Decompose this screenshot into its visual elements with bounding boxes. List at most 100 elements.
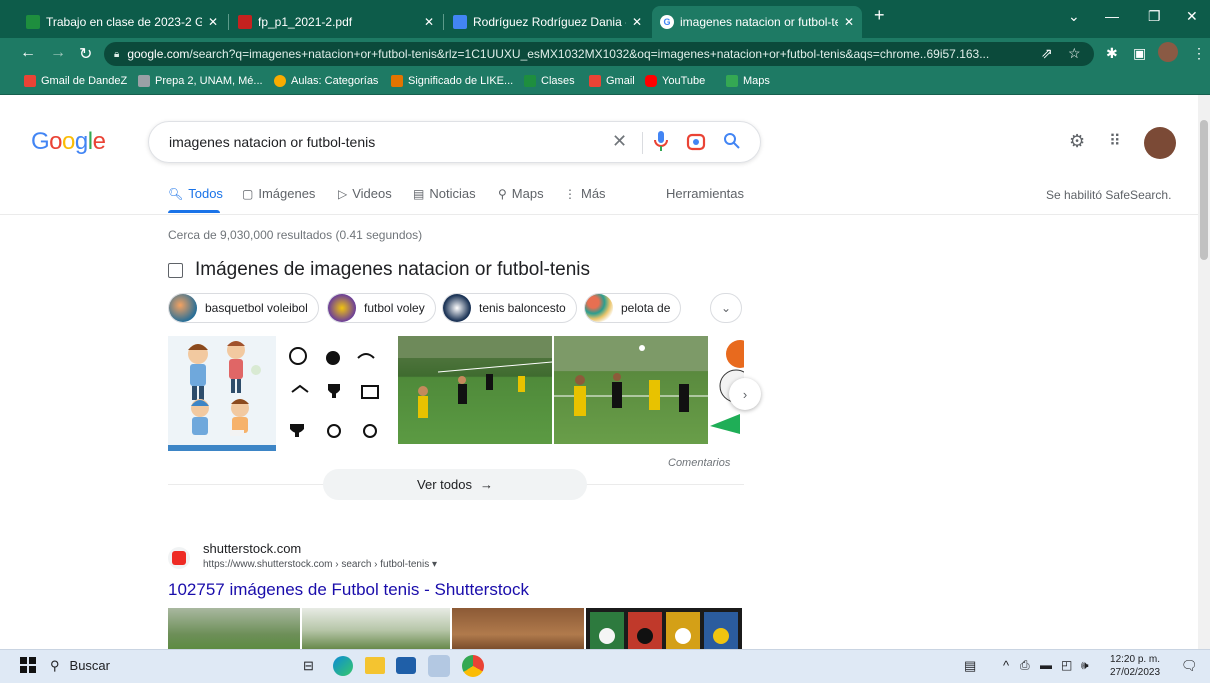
settings-gear-icon[interactable]: ⚙ (1069, 131, 1085, 152)
lens-icon[interactable] (686, 132, 706, 157)
network-icon[interactable]: ◰ (1061, 658, 1072, 672)
tab-divider (443, 14, 444, 30)
bookmark-youtube[interactable]: YouTube (645, 75, 705, 87)
video-icon: ▷ (338, 186, 348, 201)
tab-imagenes[interactable]: ▢ Imágenes (242, 186, 315, 201)
bookmark-maps[interactable]: Maps (726, 75, 770, 87)
more-vert-icon: ⋮ (564, 186, 576, 201)
chip-pelota-de[interactable]: pelota de (584, 293, 682, 323)
back-icon[interactable]: ← (20, 44, 36, 62)
chevron-right-icon: › (742, 386, 748, 402)
search-icon: ⚲ (50, 658, 60, 673)
image-thumbnail-sport-icons[interactable] (278, 336, 396, 451)
search-divider (642, 132, 643, 154)
tab-docs[interactable]: Rodríguez Rodríguez Dania - Prá ✕ (445, 6, 650, 38)
mail-icon[interactable] (396, 657, 416, 674)
chip-expand-button[interactable]: ⌄ (710, 293, 742, 323)
search-icon[interactable] (723, 132, 741, 155)
bookmark-prepa2[interactable]: Prepa 2, UNAM, Mé... (138, 75, 263, 87)
youtube-icon (645, 75, 657, 87)
chip-tenis-baloncesto[interactable]: tenis baloncesto (442, 293, 577, 323)
battery-icon[interactable]: ▬ (1040, 658, 1052, 672)
bookmark-gmail[interactable]: Gmail (589, 75, 635, 87)
new-tab-button[interactable]: + (874, 5, 885, 26)
result-thumbnail-3[interactable] (452, 608, 584, 652)
window-close-icon[interactable]: ✕ (1186, 8, 1198, 25)
tab-noticias[interactable]: ▤ Noticias (413, 186, 476, 201)
windows-start-icon[interactable] (20, 657, 36, 676)
tab-pdf[interactable]: fp_p1_2021-2.pdf ✕ (230, 6, 442, 38)
taskbar-search[interactable]: ⚲ Buscar (50, 658, 110, 674)
microphone-icon[interactable] (654, 130, 668, 157)
result-thumbnail-4[interactable] (586, 608, 742, 652)
google-logo[interactable]: Google (31, 128, 106, 156)
notifications-icon[interactable]: 🗨︎ (1181, 658, 1198, 674)
result-title-link[interactable]: 102757 imágenes de Futbol tenis - Shutte… (168, 580, 529, 600)
bookmark-clases[interactable]: Clases (524, 75, 575, 87)
result-thumbnail-2[interactable] (302, 608, 450, 652)
close-icon[interactable]: ✕ (844, 15, 854, 29)
side-panel-icon[interactable]: ▣ (1133, 45, 1146, 62)
apps-grid-icon[interactable]: ⠿ (1109, 131, 1121, 151)
extensions-icon[interactable]: ✱ (1106, 45, 1118, 62)
chevron-down-icon: ⌄ (720, 301, 732, 315)
image-thumbnail-footvolley-2[interactable] (554, 336, 708, 451)
tab-classroom[interactable]: Trabajo en clase de 2023-2 Grupo ✕ (18, 6, 226, 38)
tools-button[interactable]: Herramientas (666, 186, 744, 201)
bookmark-star-icon[interactable]: ☆ (1068, 45, 1081, 62)
chrome-icon[interactable] (462, 655, 484, 677)
clock[interactable]: 12:20 p. m. 27/02/2023 (1110, 653, 1160, 679)
bookmark-aulas[interactable]: Aulas: Categorías (274, 75, 378, 87)
account-avatar[interactable] (1144, 127, 1176, 159)
search-box[interactable]: imagenes natacion or futbol-tenis ✕ (148, 121, 761, 163)
search-input[interactable]: imagenes natacion or futbol-tenis (169, 134, 375, 150)
like-icon (391, 75, 403, 87)
task-view-icon[interactable]: ⊟ (303, 658, 314, 674)
gmail-icon (24, 75, 36, 87)
chip-futbol-voley[interactable]: futbol voley (327, 293, 436, 323)
image-thumbnail-footvolley-1[interactable] (398, 336, 552, 451)
close-icon[interactable]: ✕ (208, 15, 218, 29)
gmail-icon (589, 75, 601, 87)
forward-icon[interactable]: → (50, 44, 66, 62)
images-next-button[interactable]: › (729, 378, 761, 410)
keyboard-layout-icon[interactable]: ▤ (964, 658, 976, 674)
edge-icon[interactable] (333, 656, 353, 676)
clear-icon[interactable]: ✕ (612, 131, 627, 152)
result-site-name[interactable]: shutterstock.com (203, 541, 301, 556)
minimize-icon[interactable]: — (1105, 8, 1119, 24)
result-stats: Cerca de 9,030,000 resultados (0.41 segu… (168, 228, 423, 242)
chevron-up-icon[interactable]: ^ (1003, 658, 1009, 673)
feedback-link[interactable]: Comentarios (668, 457, 730, 469)
result-url[interactable]: https://www.shutterstock.com › search › … (203, 559, 437, 570)
lock-icon: 🔒︎ (114, 48, 120, 60)
chip-thumbnail (585, 294, 613, 322)
pen-icon[interactable]: ⎙ (1020, 658, 1030, 673)
close-icon[interactable]: ✕ (632, 15, 642, 29)
volume-icon[interactable]: 🕪︎ (1081, 658, 1089, 673)
tab-search-icon[interactable]: ⌄ (1068, 8, 1080, 25)
scrollbar-thumb[interactable] (1200, 120, 1208, 260)
tab-mas[interactable]: ⋮ Más (564, 186, 606, 201)
close-icon[interactable]: ✕ (424, 15, 434, 29)
result-thumbnail-1[interactable] (168, 608, 300, 652)
active-tab-indicator (168, 210, 220, 213)
profile-avatar[interactable] (1158, 42, 1178, 62)
tab-maps[interactable]: ⚲ Maps (498, 186, 544, 201)
bookmark-like[interactable]: Significado de LIKE... (391, 75, 513, 87)
address-bar[interactable]: 🔒︎ google.com/search?q=imagenes+natacion… (104, 42, 1094, 66)
reload-icon[interactable]: ↻ (79, 44, 92, 64)
chip-basquetbol-voleibol[interactable]: basquetbol voleibol (168, 293, 319, 323)
restore-icon[interactable]: ❐ (1148, 8, 1161, 25)
tab-todos[interactable]: 🔍︎ Todos (168, 186, 223, 201)
safesearch-status[interactable]: Se habilitó SafeSearch. (1046, 188, 1171, 202)
tab-videos[interactable]: ▷ Videos (338, 186, 392, 201)
browser-toolbar: ← → ↻ 🔒︎ google.com/search?q=imagenes+na… (0, 38, 1210, 70)
tab-google-search[interactable]: G imagenes natacion or futbol-teni ✕ (652, 6, 862, 38)
file-explorer-icon[interactable] (365, 657, 385, 674)
menu-icon[interactable]: ⋮ (1192, 45, 1206, 62)
view-all-button[interactable]: Ver todos → (323, 469, 587, 500)
bookmark-gmail-dandez[interactable]: Gmail de DandeZ (24, 75, 127, 87)
share-icon[interactable]: ⇗ (1041, 45, 1053, 62)
image-thumbnail-cartoon[interactable] (168, 336, 276, 451)
